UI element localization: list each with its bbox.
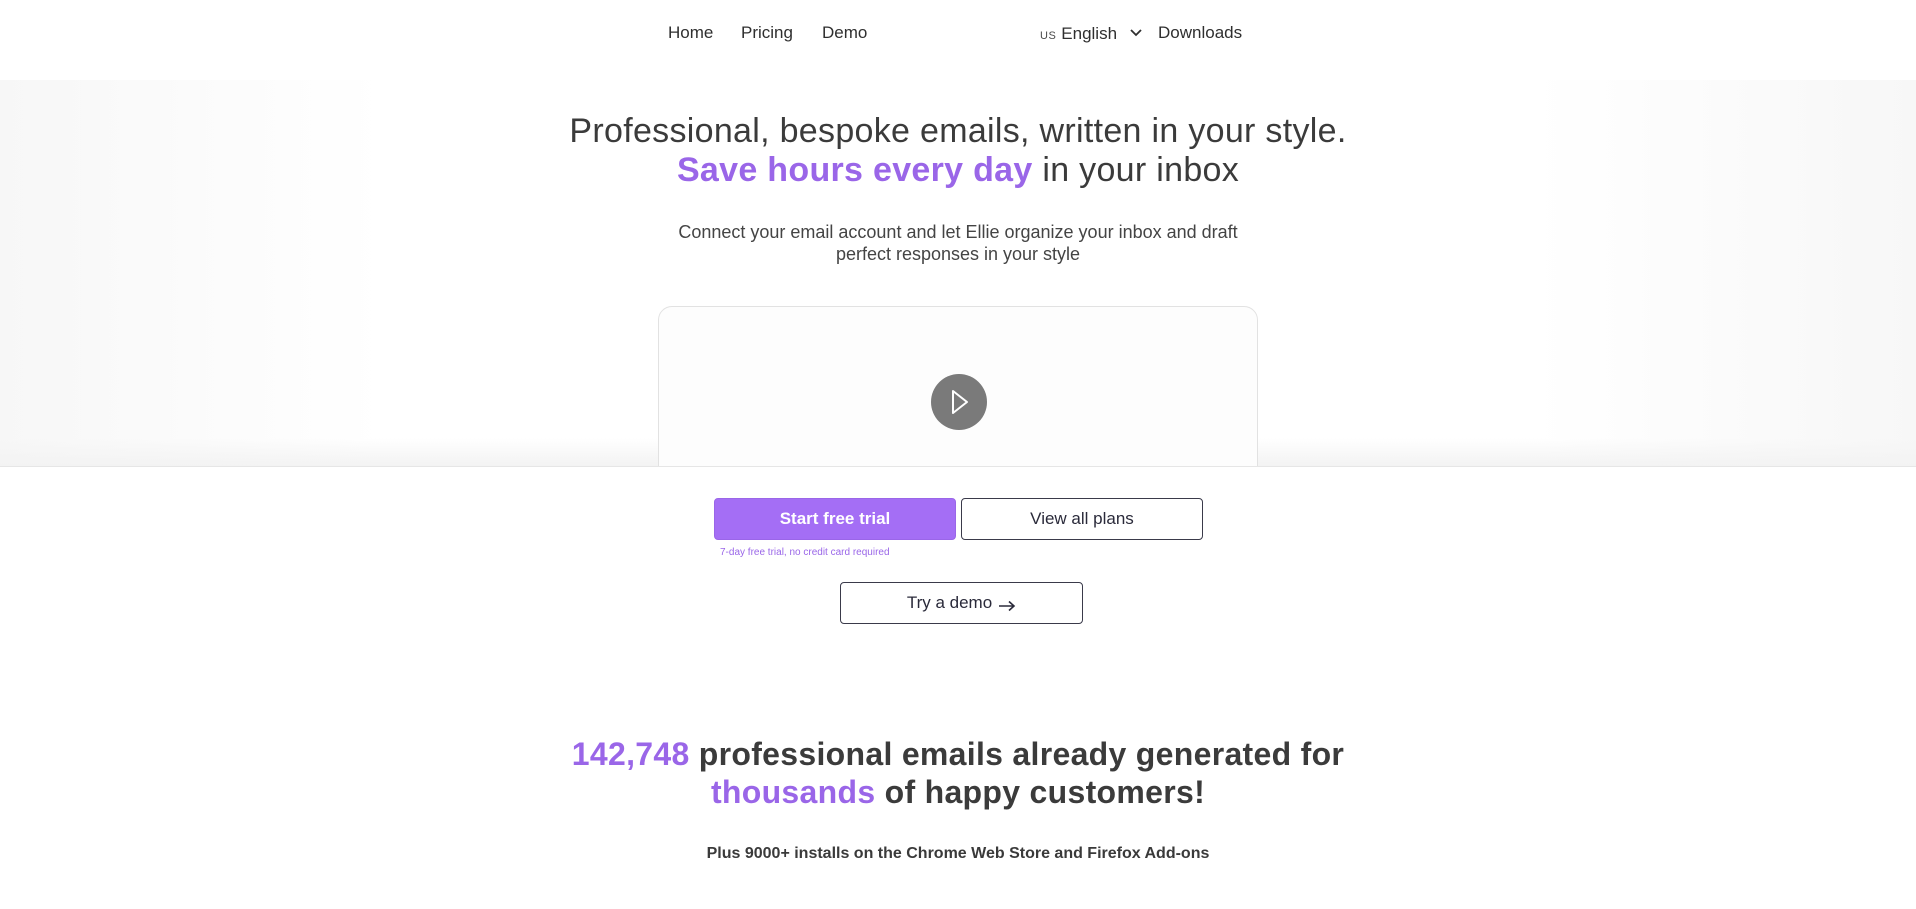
play-icon[interactable] (931, 374, 987, 430)
nav-home-link[interactable]: Home (668, 23, 713, 43)
demo-video-player[interactable] (658, 306, 1258, 466)
try-demo-button[interactable]: Try a demo (840, 582, 1083, 624)
stats-accent-word: thousands (710, 774, 876, 810)
try-demo-label: Try a demo (906, 593, 993, 612)
hero-title: Professional, bespoke emails, written in… (558, 112, 1358, 190)
trial-note: 7-day free trial, no credit card require… (720, 547, 890, 558)
language-label: English (1061, 24, 1118, 43)
top-nav: Home Pricing Demo US English Downloads (0, 0, 1916, 80)
nav-demo-link[interactable]: Demo (822, 23, 867, 43)
stats-text-part1: professional emails already generated fo… (698, 736, 1345, 772)
nav-pricing-link[interactable]: Pricing (741, 23, 793, 43)
hero-subtitle: Connect your email account and let Ellie… (678, 222, 1238, 264)
nav-downloads-link[interactable]: Downloads (1158, 23, 1242, 43)
view-all-plans-button[interactable]: View all plans (961, 498, 1203, 540)
hero-section: Professional, bespoke emails, written in… (0, 80, 1916, 467)
page: Home Pricing Demo US English Downloads P… (0, 0, 1916, 909)
emails-count: 142,748 (571, 736, 690, 772)
hero-title-part1: Professional, bespoke emails, written in… (569, 112, 1347, 150)
installs-subtitle: Plus 9000+ installs on the Chrome Web St… (706, 845, 1210, 862)
hero-title-accent: Save hours every day (676, 151, 1033, 189)
start-free-trial-button[interactable]: Start free trial (714, 498, 956, 540)
stats-headline: 142,748 professional emails already gene… (508, 735, 1408, 811)
language-selector[interactable]: US English (1040, 24, 1144, 44)
language-flag-code: US (1040, 30, 1057, 42)
hero-title-part2: in your inbox (1042, 151, 1240, 189)
stats-text-part2: of happy customers! (884, 774, 1206, 810)
chevron-down-icon (1128, 26, 1144, 38)
arrow-right-icon (998, 597, 1016, 612)
